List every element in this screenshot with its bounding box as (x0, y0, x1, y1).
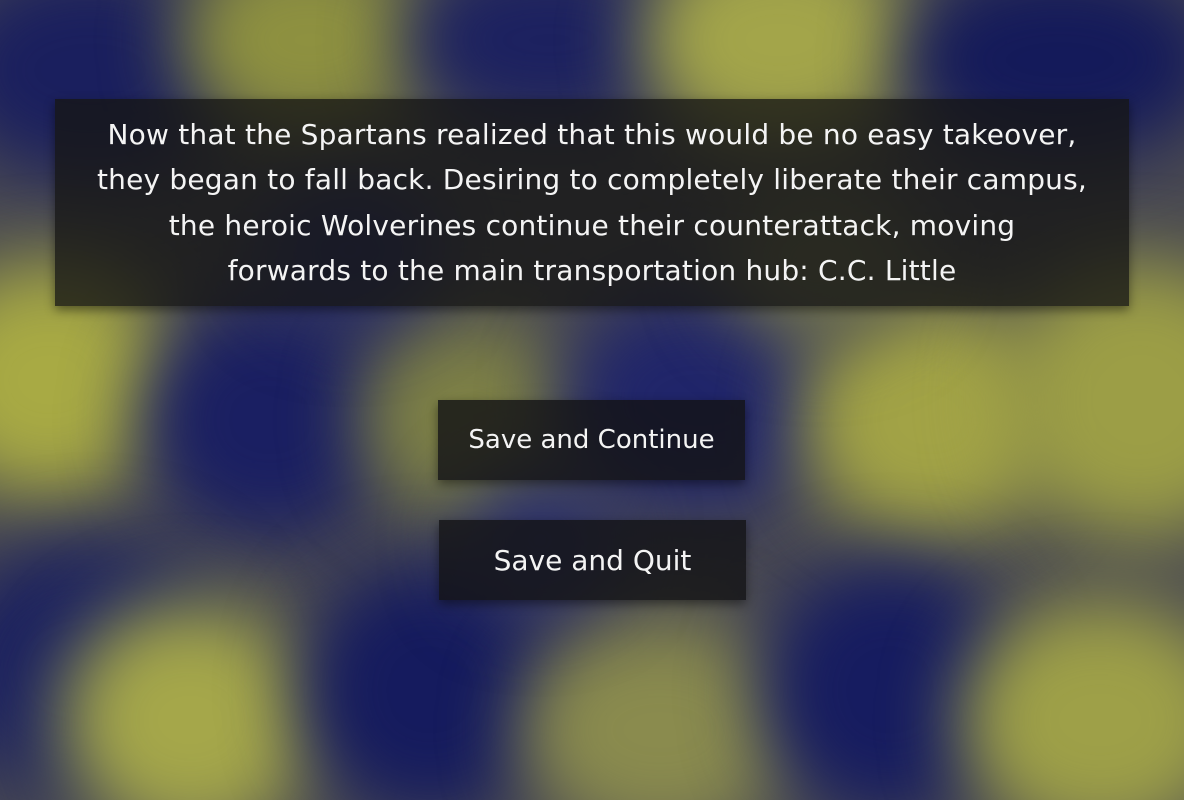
story-text: Now that the Spartans realized that this… (97, 112, 1087, 294)
save-and-continue-button[interactable]: Save and Continue (438, 400, 745, 480)
save-and-quit-button[interactable]: Save and Quit (439, 520, 746, 600)
story-line: the heroic Wolverines continue their cou… (168, 208, 1016, 242)
story-dialog: Now that the Spartans realized that this… (55, 99, 1129, 306)
story-line: they began to fall back. Desiring to com… (96, 163, 1088, 196)
story-line: Now that the Spartans realized that this… (107, 117, 1077, 151)
story-line: forwards to the main transportation hub:… (227, 254, 957, 287)
